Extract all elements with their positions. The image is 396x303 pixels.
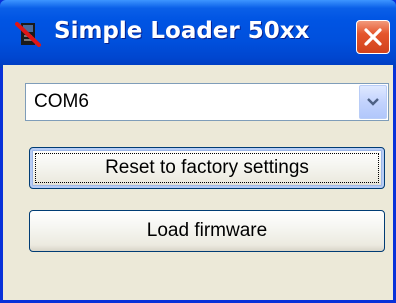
- close-icon: [364, 28, 382, 46]
- dropdown-button[interactable]: [359, 85, 387, 119]
- app-window: Simple Loader 50xx COM6 Reset to factory…: [0, 0, 396, 303]
- reset-button-label: Reset to factory settings: [105, 157, 309, 178]
- app-icon: [14, 20, 42, 48]
- reset-to-factory-settings-button[interactable]: Reset to factory settings: [29, 147, 385, 189]
- load-firmware-button[interactable]: Load firmware: [29, 210, 385, 252]
- close-button[interactable]: [356, 20, 390, 54]
- load-button-label: Load firmware: [146, 220, 268, 241]
- title-bar[interactable]: Simple Loader 50xx: [0, 0, 396, 68]
- com-port-select[interactable]: COM6: [25, 83, 389, 121]
- window-client-area: COM6 Reset to factory settings Load firm…: [3, 65, 393, 300]
- com-port-value: COM6: [34, 91, 89, 112]
- window-title: Simple Loader 50xx: [54, 18, 310, 44]
- chevron-down-icon: [367, 98, 379, 106]
